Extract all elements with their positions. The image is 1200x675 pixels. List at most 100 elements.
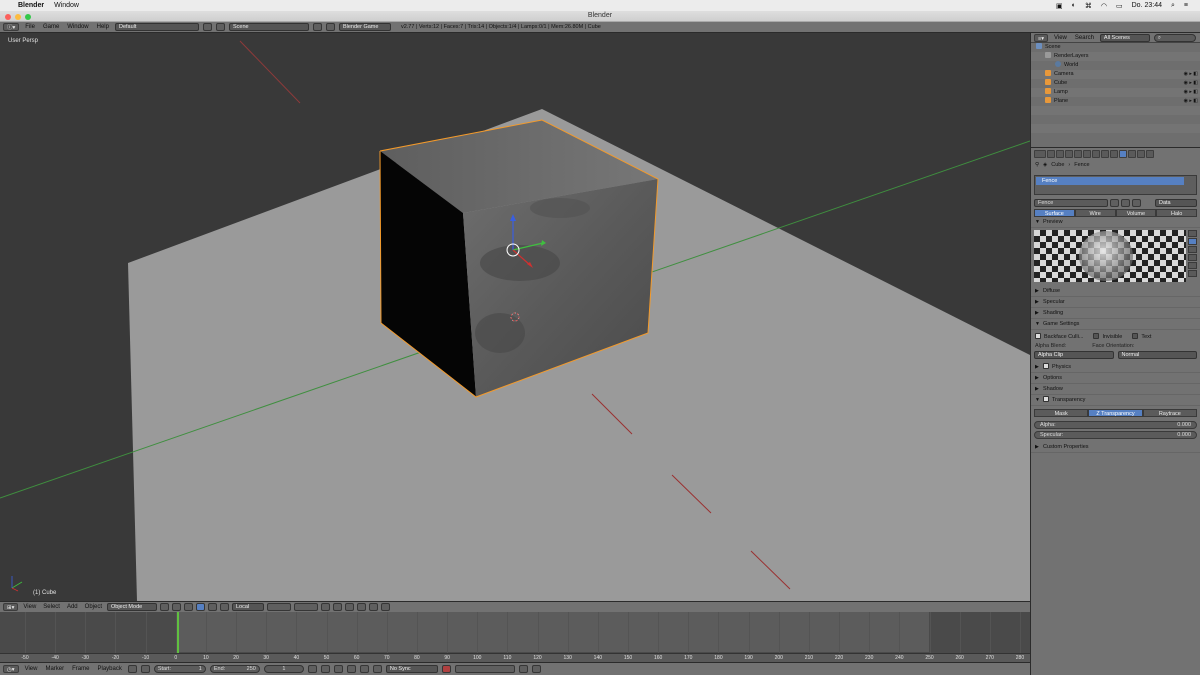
end-frame-field[interactable]: End: 250 — [209, 665, 260, 673]
tab-object[interactable] — [1083, 149, 1091, 158]
menu-icon[interactable]: ≡ — [1184, 2, 1188, 9]
layers-block[interactable] — [294, 603, 318, 611]
outliner-item-world[interactable]: World — [1031, 61, 1200, 70]
status-icon[interactable]: ◐ — [1072, 2, 1076, 9]
tab-volume[interactable]: Volume — [1115, 209, 1157, 217]
render-button[interactable] — [369, 603, 378, 611]
next-key-button[interactable] — [359, 665, 369, 673]
layers-block[interactable] — [267, 603, 291, 611]
tab-wire[interactable]: Wire — [1074, 209, 1116, 217]
outliner-item-cube[interactable]: Cube ◉ ▸ ◧ — [1031, 79, 1200, 88]
game-menu[interactable]: Game — [41, 24, 61, 30]
preview-panel-header[interactable]: ▼ Preview — [1031, 217, 1200, 228]
lock-layer-button[interactable] — [321, 603, 330, 611]
timeline-editor[interactable]: -50 -40 -30 -20 -10 0 10 20 30 40 50 60 70 80 90 100 110… — [0, 612, 1030, 662]
visibility-icons[interactable]: ◉ ▸ ◧ — [1184, 88, 1198, 97]
start-frame-field[interactable]: Start: 1 — [153, 665, 206, 673]
visibility-icons[interactable]: ◉ ▸ ◧ — [1184, 79, 1198, 88]
add-layout-button[interactable] — [202, 23, 212, 31]
view-menu[interactable]: View — [23, 666, 40, 672]
invisible-checkbox[interactable]: Invisible — [1093, 333, 1122, 340]
shadow-panel-header[interactable]: ▶ Shadow — [1031, 384, 1200, 395]
window-menu[interactable]: Window — [54, 2, 79, 9]
alpha-blend-dropdown[interactable]: Alpha Clip — [1034, 351, 1114, 359]
outliner-item-camera[interactable]: Camera ◉ ▸ ◧ — [1031, 70, 1200, 79]
select-menu[interactable]: Select — [41, 604, 62, 610]
shading-button[interactable] — [160, 603, 169, 611]
help-menu[interactable]: Help — [95, 24, 111, 30]
outliner-item-lamp[interactable]: Lamp ◉ ▸ ◧ — [1031, 88, 1200, 97]
playback-menu[interactable]: Playback — [95, 666, 123, 672]
outliner-tree[interactable]: Scene RenderLayers World Camera ◉ ▸ ◧ Cub… — [1031, 43, 1200, 147]
tab-scene[interactable] — [1065, 149, 1073, 158]
tab-mask[interactable]: Mask — [1034, 409, 1089, 417]
battery-icon[interactable]: ▭ — [1116, 2, 1123, 10]
manipulator-toggle[interactable] — [184, 603, 193, 611]
tab-halo[interactable]: Halo — [1156, 209, 1197, 217]
unlink-button[interactable] — [1132, 199, 1141, 207]
prev-key-button[interactable] — [320, 665, 330, 673]
pin-icon[interactable]: ⚲ — [1035, 162, 1039, 168]
shading-panel-header[interactable]: ▶ Shading — [1031, 308, 1200, 319]
insert-key-button[interactable] — [518, 665, 528, 673]
editor-type-button[interactable]: ◷▾ — [3, 665, 19, 673]
timeline-ruler[interactable]: -50 -40 -30 -20 -10 0 10 20 30 40 50 60 70 80 90 100 110… — [0, 653, 1030, 662]
tab-physics[interactable] — [1146, 149, 1154, 158]
clock[interactable]: Do. 23:44 — [1132, 2, 1162, 9]
scene-dropdown[interactable]: Scene — [228, 23, 309, 31]
fake-user-button[interactable] — [1110, 199, 1119, 207]
rotate-button[interactable] — [208, 603, 217, 611]
tab-z-transparency[interactable]: Z Transparency — [1088, 409, 1143, 417]
text-checkbox[interactable]: Text — [1132, 333, 1151, 340]
visibility-icons[interactable]: ◉ ▸ ◧ — [1184, 97, 1198, 106]
editor-type-button[interactable] — [1034, 149, 1046, 158]
tab-render[interactable] — [1047, 149, 1055, 158]
tab-surface[interactable]: Surface — [1034, 209, 1075, 217]
status-icon[interactable]: ⌘ — [1085, 2, 1092, 10]
file-menu[interactable]: File — [23, 24, 37, 30]
preview-hair-button[interactable] — [1188, 262, 1197, 269]
window-menu[interactable]: Window — [65, 24, 90, 30]
outliner-item-scene[interactable]: Scene — [1031, 43, 1200, 52]
options-panel-header[interactable]: ▶ Options — [1031, 373, 1200, 384]
outliner-item-plane[interactable]: Plane ◉ ▸ ◧ — [1031, 97, 1200, 106]
render-engine-dropdown[interactable]: Blender Game — [338, 23, 391, 31]
search-menu[interactable]: Search — [1073, 35, 1096, 41]
preview-flat-button[interactable] — [1188, 230, 1197, 237]
view-menu[interactable]: View — [21, 604, 38, 610]
keying-button[interactable] — [127, 665, 137, 673]
mode-dropdown[interactable]: Object Mode — [107, 603, 157, 611]
preview-sphere-button[interactable] — [1188, 238, 1197, 245]
sync-dropdown[interactable]: No Sync — [385, 665, 438, 673]
material-name-field[interactable]: Fence — [1034, 199, 1108, 207]
tab-raytrace[interactable]: Raytrace — [1142, 409, 1197, 417]
translate-button[interactable] — [196, 603, 205, 611]
record-button[interactable] — [441, 665, 451, 673]
material-slot-list[interactable]: Fence — [1034, 175, 1197, 195]
new-material-button[interactable] — [1121, 199, 1130, 207]
jump-end-button[interactable] — [372, 665, 382, 673]
material-slot-selected[interactable]: Fence — [1036, 177, 1184, 185]
keying-set-field[interactable] — [454, 665, 515, 673]
tab-particles[interactable] — [1137, 149, 1145, 158]
frame-menu[interactable]: Frame — [70, 666, 91, 672]
editor-type-button[interactable]: ≡▾ — [1034, 33, 1048, 42]
preview-cube-button[interactable] — [1188, 246, 1197, 253]
transparency-checkbox[interactable] — [1043, 396, 1049, 402]
play-reverse-button[interactable] — [333, 665, 343, 673]
add-scene-button[interactable] — [312, 23, 322, 31]
proportional-edit-button[interactable] — [333, 603, 342, 611]
scale-button[interactable] — [220, 603, 229, 611]
tab-material[interactable] — [1119, 149, 1127, 158]
specular-panel-header[interactable]: ▶ Specular — [1031, 297, 1200, 308]
outliner-item-renderlayers[interactable]: RenderLayers — [1031, 52, 1200, 61]
physics-panel-header[interactable]: ▶ Physics — [1031, 362, 1200, 373]
current-frame-field[interactable]: 1 — [263, 665, 304, 673]
backface-culling-checkbox[interactable]: Backface Culli... — [1035, 333, 1083, 340]
tab-modifiers[interactable] — [1101, 149, 1109, 158]
tab-render-layers[interactable] — [1056, 149, 1064, 158]
search-input[interactable]: ⌕ — [1153, 33, 1196, 42]
editor-type-button[interactable]: ⓘ▾ — [3, 23, 20, 31]
snap-target-button[interactable] — [357, 603, 366, 611]
preview-sky-button[interactable] — [1188, 270, 1197, 277]
